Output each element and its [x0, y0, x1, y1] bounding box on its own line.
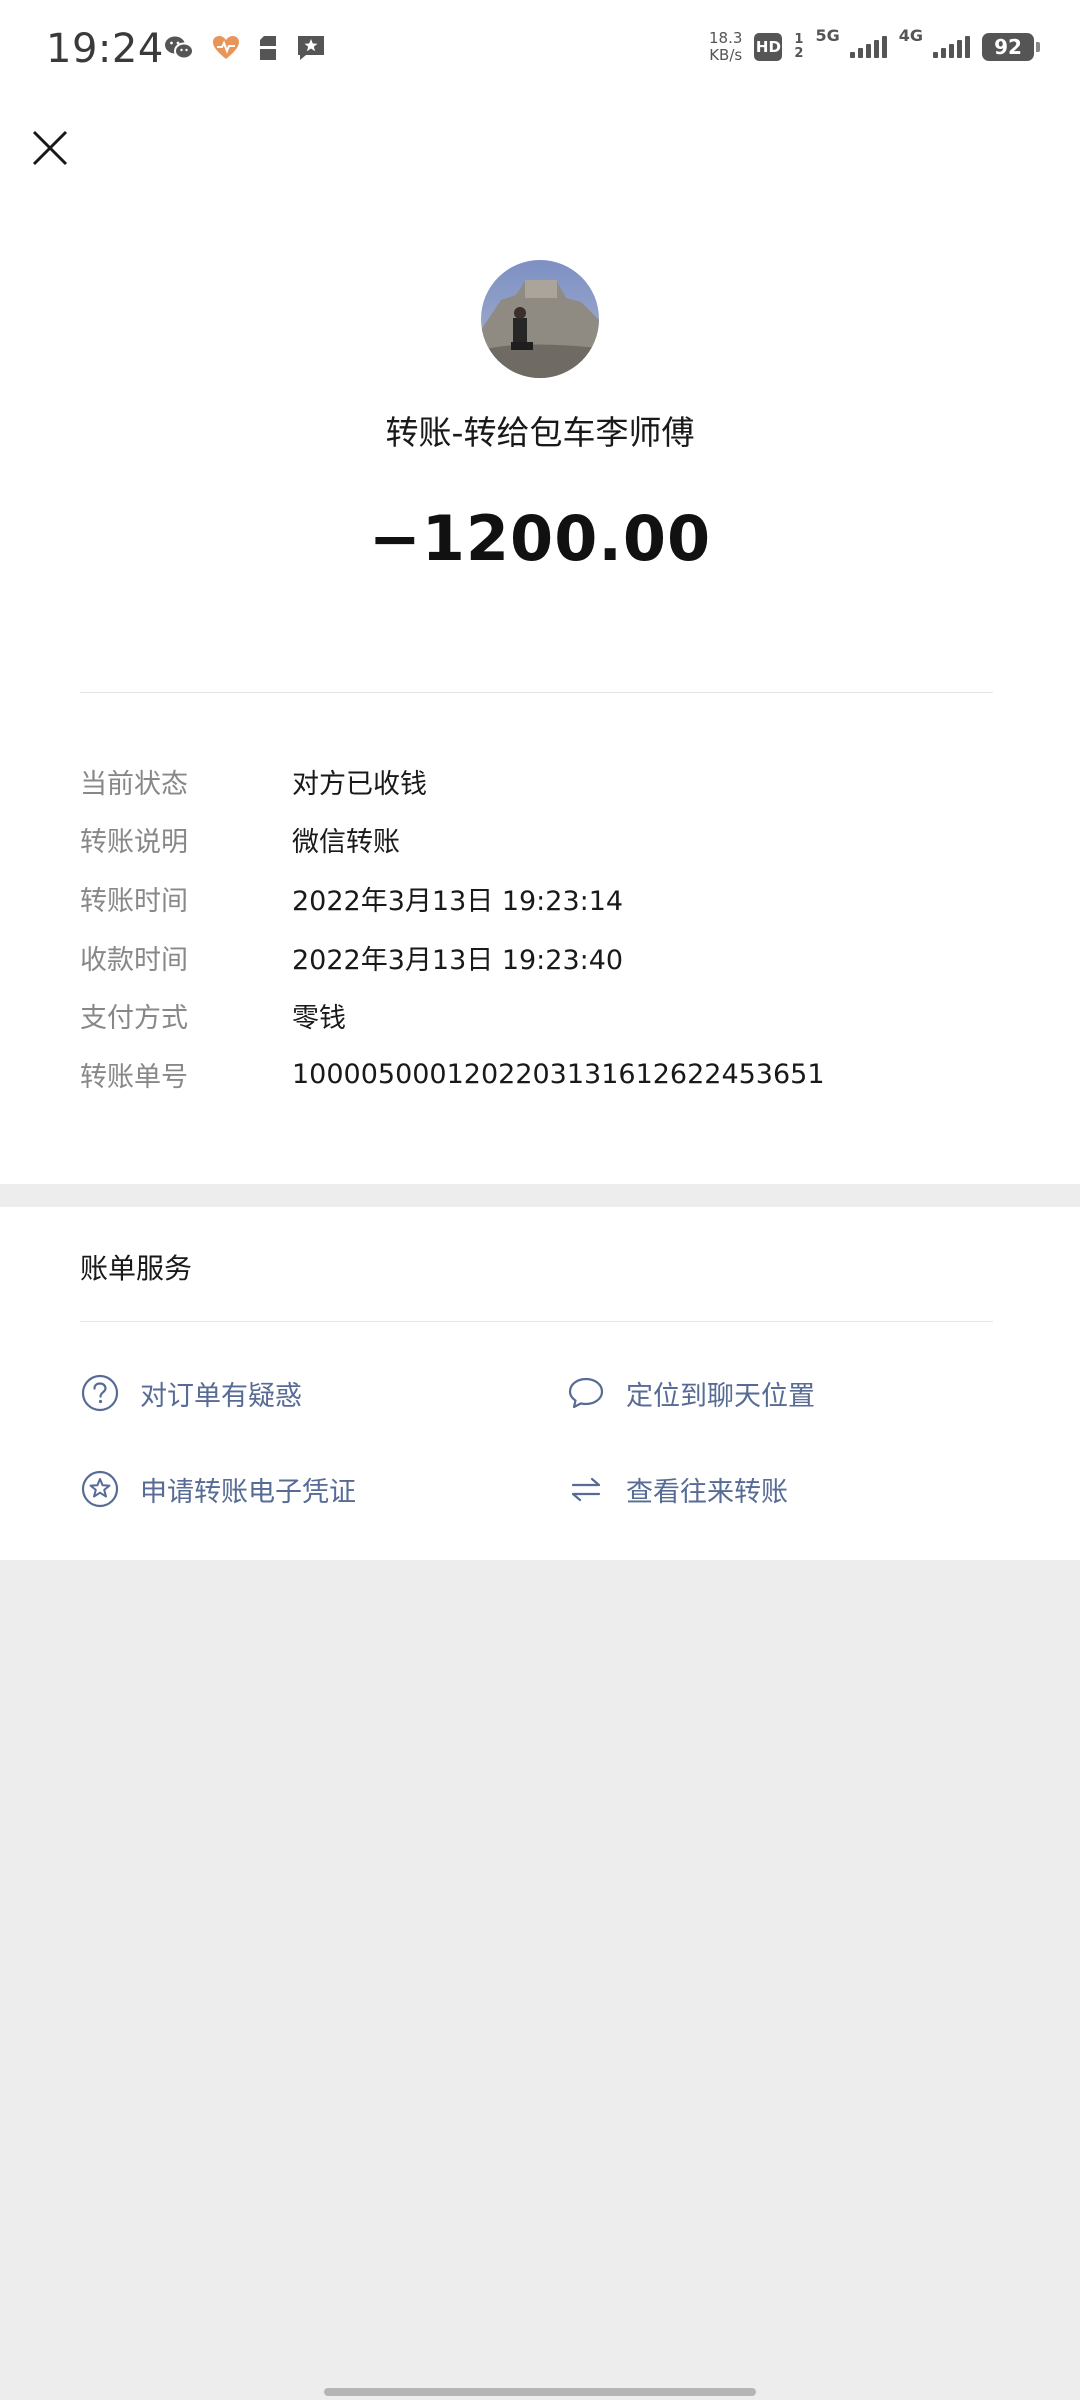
sim-card-icon	[260, 36, 276, 60]
detail-value: 2022年3月13日 19:23:40	[292, 944, 624, 976]
status-bar: 19:24 18.3 KB/s HD 1 2 5G 4G 92	[0, 0, 1080, 104]
sim-slots: 1 2	[794, 33, 803, 61]
close-icon	[32, 130, 68, 166]
avatar	[481, 260, 599, 378]
battery-icon: 92	[982, 33, 1040, 61]
detail-row-note: 转账说明 微信转账	[80, 811, 1000, 870]
detail-value: 微信转账	[292, 827, 400, 859]
detail-label: 收款时间	[80, 944, 188, 976]
network-speed-unit: KB/s	[709, 46, 743, 64]
network-type-2: 4G	[898, 26, 923, 45]
network-speed: 18.3 KB/s	[709, 30, 742, 64]
detail-label: 转账单号	[80, 1061, 188, 1093]
service-label: 申请转账电子凭证	[140, 1476, 356, 1508]
transfer-amount: −1200.00	[368, 502, 712, 575]
system-status-icons: 18.3 KB/s HD 1 2 5G 4G 92	[709, 26, 1040, 64]
detail-value[interactable]: 100005000120220313161262245365​1	[292, 1059, 825, 1090]
sim-slot-1: 1	[794, 32, 804, 47]
detail-row-transfer-time: 转账时间 2022年3月13日 19:23:14	[80, 869, 1000, 928]
locate-chat-button[interactable]: 定位到聊天位置	[566, 1373, 815, 1413]
request-voucher-button[interactable]: 申请转账电子凭证	[80, 1469, 356, 1509]
question-circle-icon	[81, 1374, 119, 1412]
health-heart-icon	[213, 36, 239, 59]
detail-row-transfer-id: 转账单号 100005000120220313161262245365​1	[80, 1045, 1000, 1104]
star-badge-icon	[81, 1470, 119, 1508]
detail-label: 当前状态	[80, 768, 188, 800]
transfer-detail-page: 19:24 18.3 KB/s HD 1 2 5G 4G 92 转账-转给包车李…	[0, 0, 1080, 2400]
close-button[interactable]	[22, 120, 78, 176]
order-question-button[interactable]: 对订单有疑惑	[80, 1373, 302, 1413]
status-time: 19:24	[46, 26, 164, 72]
detail-label: 转账时间	[80, 885, 188, 917]
detail-row-receive-time: 收款时间 2022年3月13日 19:23:40	[80, 928, 1000, 987]
view-transfers-button[interactable]: 查看往来转账	[566, 1469, 788, 1509]
divider	[80, 1321, 993, 1322]
service-label: 定位到聊天位置	[626, 1380, 815, 1412]
notification-icons	[164, 34, 326, 62]
detail-row-status: 当前状态 对方已收钱	[80, 752, 1000, 811]
bill-services-card: 账单服务 对订单有疑惑 定位到聊天位置 申请转账电子凭证 查看往来转账	[0, 1207, 1080, 1560]
transfer-details: 当前状态 对方已收钱 转账说明 微信转账 转账时间 2022年3月13日 19:…	[80, 752, 1000, 1104]
chat-bubble-icon	[568, 1377, 604, 1409]
transfer-summary-card: 转账-转给包车李师傅 −1200.00 当前状态 对方已收钱 转账说明 微信转账…	[0, 104, 1080, 1184]
sim-slot-2: 2	[794, 46, 804, 61]
detail-label: 支付方式	[80, 1003, 188, 1035]
bill-services-title: 账单服务	[80, 1252, 193, 1285]
network-speed-value: 18.3	[709, 29, 743, 47]
detail-row-payment-method: 支付方式 零钱	[80, 986, 1000, 1045]
wechat-icon	[165, 36, 194, 60]
detail-value: 零钱	[292, 1003, 346, 1035]
home-indicator[interactable]	[324, 2388, 756, 2396]
service-label: 查看往来转账	[626, 1476, 788, 1508]
swap-arrows-icon	[571, 1477, 601, 1502]
message-star-icon	[298, 36, 324, 60]
signal-icon	[933, 36, 970, 58]
service-label: 对订单有疑惑	[140, 1380, 302, 1412]
detail-value: 对方已收钱	[292, 768, 427, 800]
network-type-1: 5G	[815, 26, 840, 45]
detail-value: 2022年3月13日 19:23:14	[292, 885, 624, 917]
payee-title: 转账-转给包车李师傅	[385, 413, 695, 452]
divider	[80, 692, 993, 693]
hd-icon: HD	[754, 33, 783, 61]
detail-label: 转账说明	[80, 827, 188, 859]
signal-icon	[849, 36, 887, 58]
